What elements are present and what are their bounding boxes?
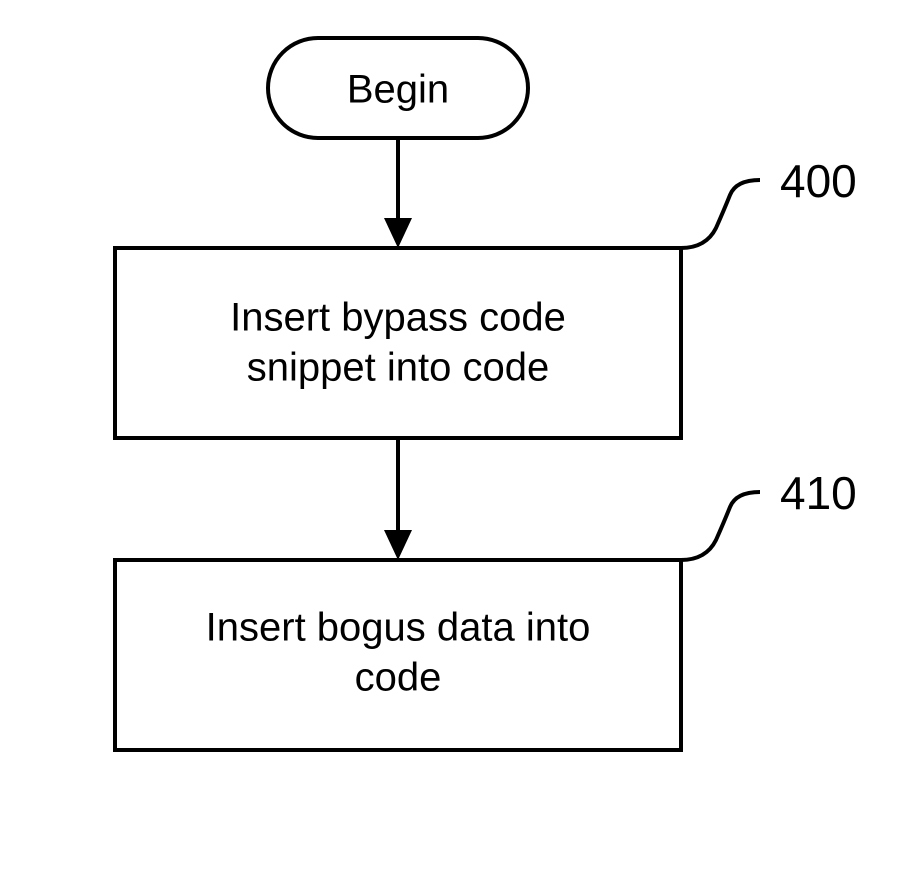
step1-line1: Insert bypass code	[230, 296, 566, 340]
flowchart-diagram: Begin Insert bypass code snippet into co…	[0, 0, 920, 869]
step2-line2: code	[355, 656, 442, 700]
step2-callout: 410	[681, 467, 857, 560]
start-node: Begin	[268, 38, 528, 138]
arrow-step1-to-step2	[384, 438, 412, 560]
step1-line2: snippet into code	[247, 346, 549, 390]
start-label: Begin	[347, 68, 449, 112]
step1-callout: 400	[681, 155, 857, 248]
step1-ref: 400	[780, 155, 857, 207]
step2-node: Insert bogus data into code	[115, 560, 681, 750]
step1-node: Insert bypass code snippet into code	[115, 248, 681, 438]
step2-ref: 410	[780, 467, 857, 519]
step2-line1: Insert bogus data into	[206, 606, 591, 650]
arrow-start-to-step1	[384, 138, 412, 248]
